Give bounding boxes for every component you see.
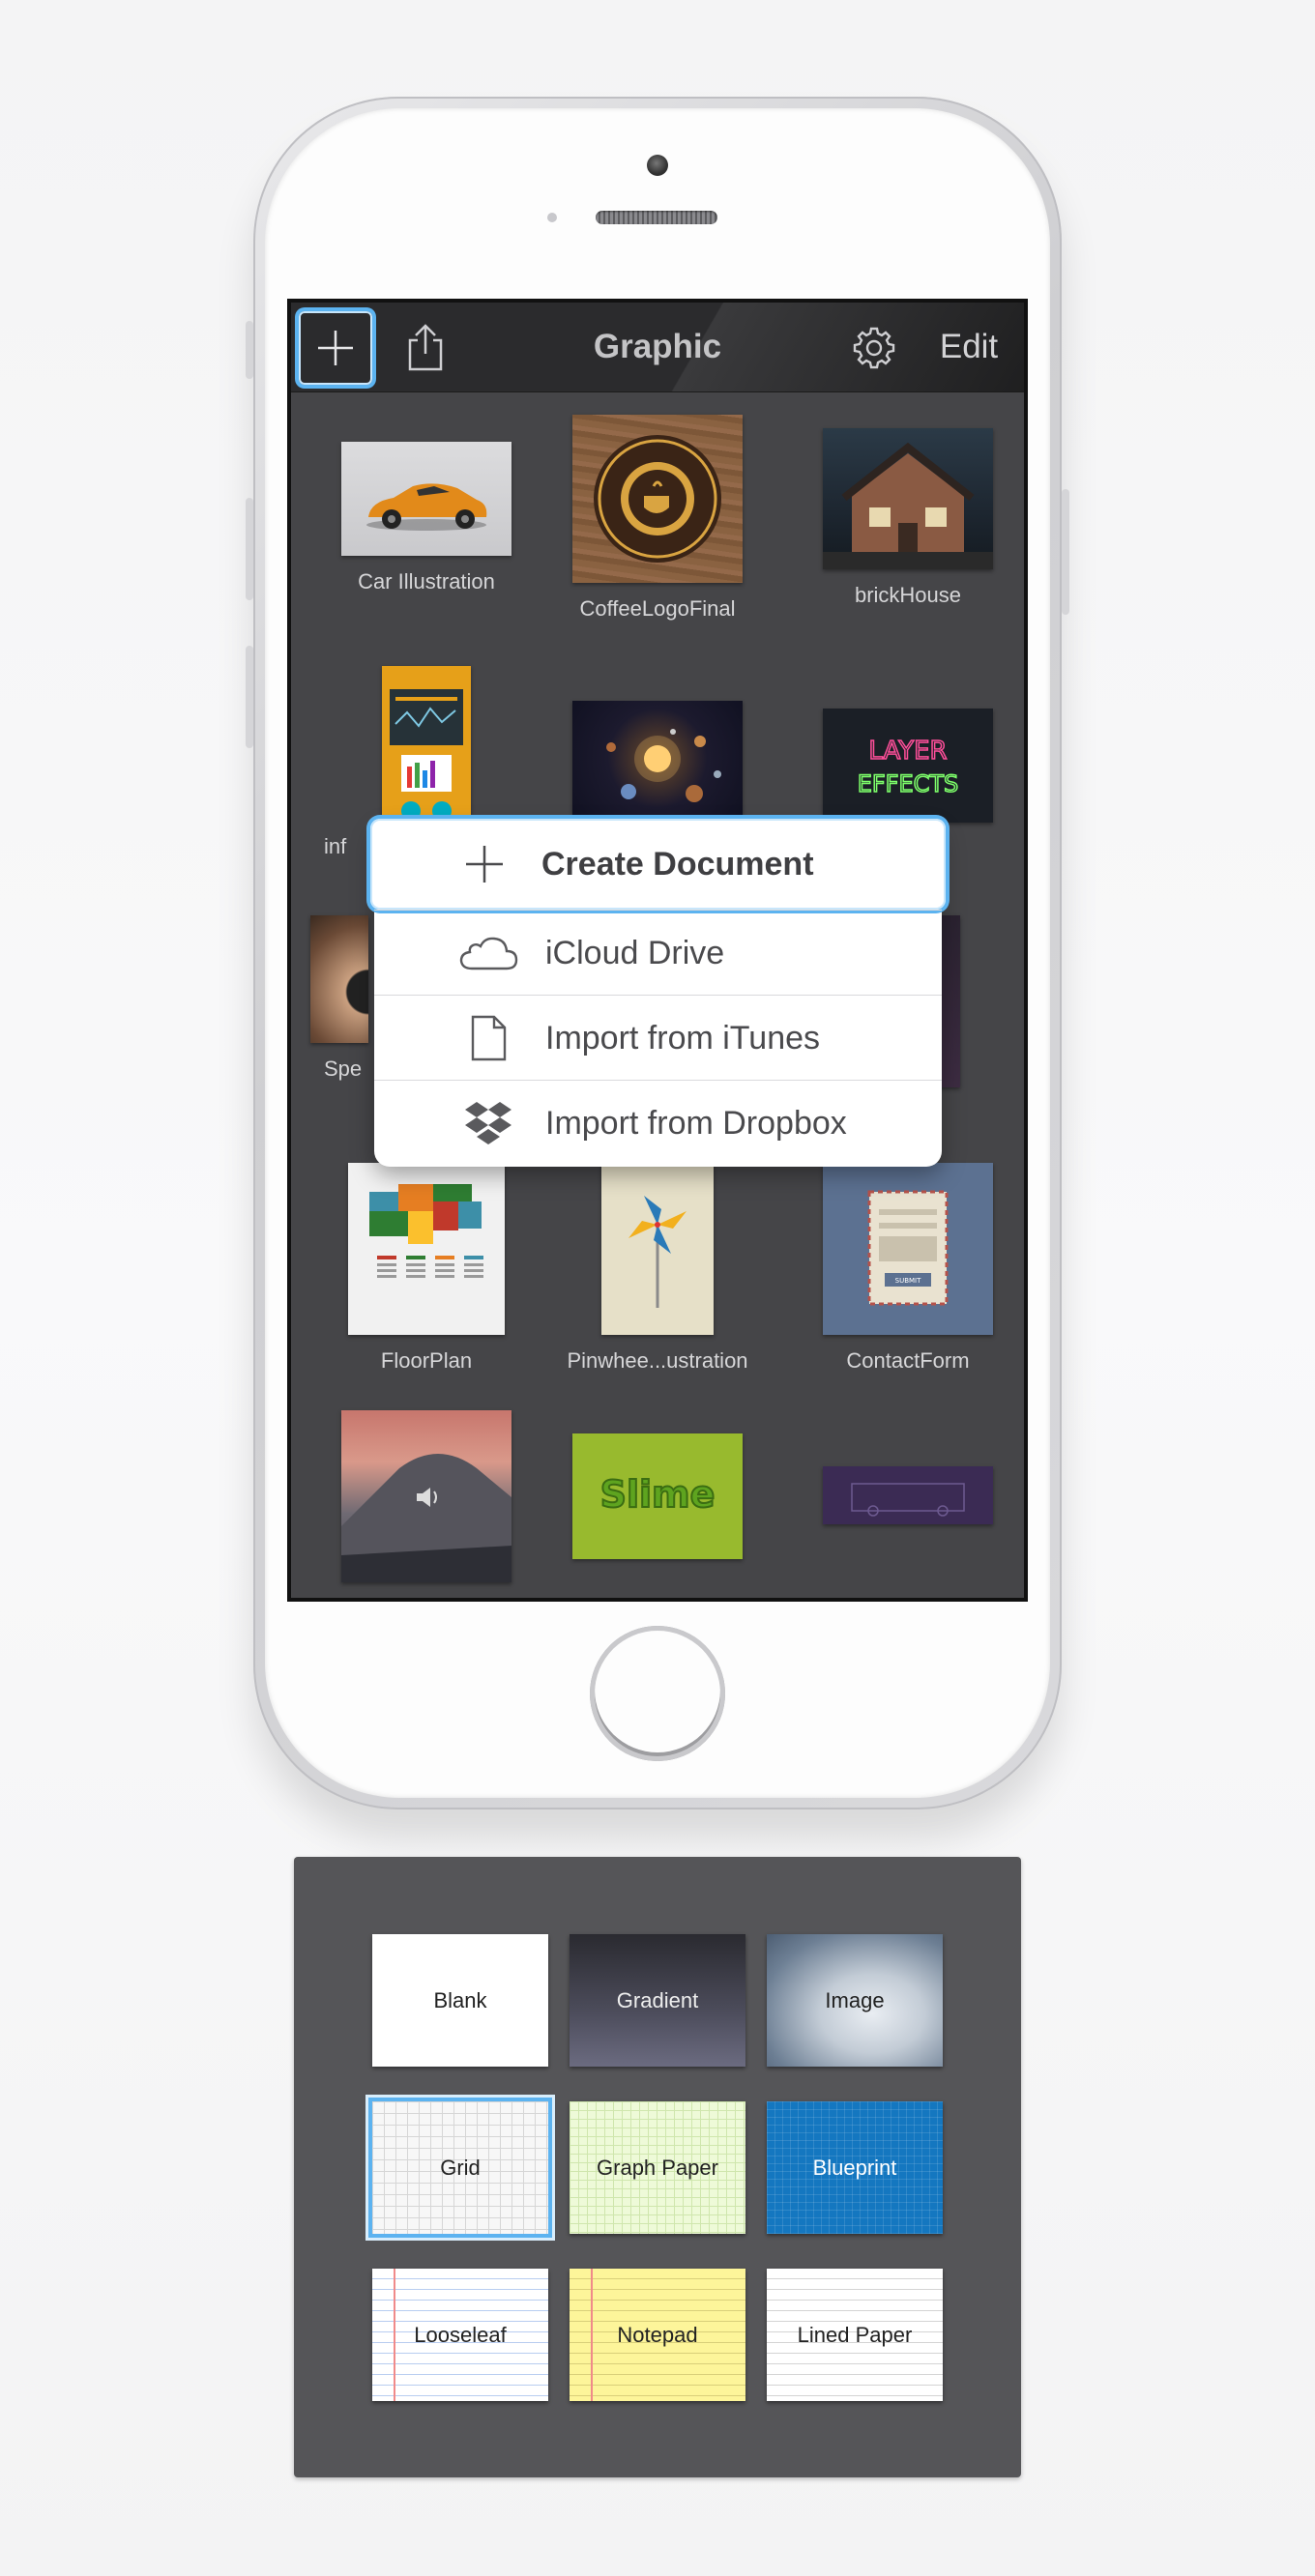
document-thumbnail-pinwheel bbox=[601, 1163, 714, 1335]
document-item[interactable]: SUBMIT ContactForm bbox=[792, 1163, 1024, 1374]
document-thumbnail-contact-form: SUBMIT bbox=[823, 1163, 993, 1335]
plus-icon bbox=[318, 331, 353, 365]
template-blank[interactable]: Blank bbox=[372, 1934, 548, 2067]
volume-down-button bbox=[246, 646, 253, 748]
menu-item-label: Import from Dropbox bbox=[545, 1104, 847, 1142]
art-text: Slime bbox=[600, 1473, 716, 1516]
document-thumbnail-solar-system bbox=[572, 701, 743, 828]
document-item[interactable] bbox=[541, 666, 774, 828]
template-label: Graph Paper bbox=[597, 2155, 718, 2180]
create-document-item[interactable]: Create Document bbox=[370, 819, 946, 910]
document-thumbnail-yosemite bbox=[341, 1410, 511, 1582]
document-item[interactable]: CoffeeLogoFinal bbox=[541, 407, 774, 622]
edit-button[interactable]: Edit bbox=[925, 303, 1012, 391]
art-text-line: EFFECTS bbox=[858, 770, 959, 797]
document-label: brickHouse bbox=[854, 583, 962, 607]
menu-item-label: iCloud Drive bbox=[545, 934, 725, 971]
template-label: Grid bbox=[440, 2155, 481, 2180]
add-document-button[interactable] bbox=[299, 311, 372, 385]
document-thumbnail-car bbox=[341, 442, 511, 556]
document-item[interactable]: Pinwhee...ustration bbox=[541, 1163, 774, 1374]
document-thumbnail-brick-house bbox=[823, 428, 993, 569]
plus-icon bbox=[466, 846, 503, 883]
document-thumbnail-coffee-logo bbox=[572, 415, 743, 583]
document-item[interactable] bbox=[310, 1410, 542, 1582]
template-label: Notepad bbox=[617, 2322, 698, 2347]
gear-icon bbox=[853, 327, 895, 369]
document-label: Car Illustration bbox=[358, 569, 495, 593]
document-label: CoffeeLogoFinal bbox=[579, 596, 736, 621]
document-item[interactable]: Car Illustration bbox=[310, 407, 542, 594]
volume-up-button bbox=[246, 498, 253, 600]
document-thumbnail-speaker bbox=[310, 915, 368, 1043]
template-label: Blueprint bbox=[812, 2155, 897, 2180]
document-item[interactable]: Slime bbox=[541, 1410, 774, 1559]
mute-switch bbox=[246, 321, 253, 379]
document-label: Spe bbox=[324, 1056, 363, 1081]
menu-item-label: Create Document bbox=[541, 845, 814, 883]
icloud-drive-item[interactable]: iCloud Drive bbox=[374, 910, 942, 996]
share-button[interactable] bbox=[397, 320, 453, 376]
proximity-sensor bbox=[547, 213, 557, 222]
template-grid[interactable]: Grid bbox=[372, 2101, 548, 2234]
template-blueprint[interactable]: Blueprint bbox=[767, 2101, 943, 2234]
template-looseleaf[interactable]: Looseleaf bbox=[372, 2269, 548, 2401]
art-text-line: LAYER bbox=[868, 737, 947, 766]
document-item[interactable] bbox=[792, 1410, 1024, 1524]
share-icon bbox=[408, 324, 443, 371]
cloud-icon bbox=[459, 937, 518, 970]
document-thumbnail-slime: Slime bbox=[572, 1433, 743, 1559]
document-thumbnail-layer-effects: LAYER EFFECTS bbox=[823, 709, 993, 823]
document-templates-panel: Blank Gradient Image Grid Graph Paper Bl… bbox=[294, 1857, 1021, 2477]
template-notepad[interactable]: Notepad bbox=[570, 2269, 745, 2401]
document-label: inf bbox=[324, 834, 347, 858]
template-gradient[interactable]: Gradient bbox=[570, 1934, 745, 2067]
settings-button[interactable] bbox=[846, 320, 902, 376]
page-title: Graphic bbox=[593, 328, 722, 365]
toolbar: Graphic Edit bbox=[291, 303, 1024, 392]
template-label: Looseleaf bbox=[414, 2322, 507, 2347]
template-label: Lined Paper bbox=[797, 2322, 913, 2347]
document-thumbnail-bus bbox=[823, 1466, 993, 1524]
document-icon bbox=[471, 1015, 507, 1061]
document-thumbnail-floor-plan bbox=[348, 1163, 505, 1335]
template-label: Gradient bbox=[616, 1987, 699, 2012]
dropbox-icon bbox=[465, 1102, 511, 1144]
power-button bbox=[1062, 489, 1069, 615]
document-label: ContactForm bbox=[846, 1348, 970, 1373]
document-item[interactable]: brickHouse bbox=[792, 407, 1024, 608]
import-dropbox-item[interactable]: Import from Dropbox bbox=[374, 1080, 942, 1166]
home-button[interactable] bbox=[590, 1626, 725, 1761]
template-label: Blank bbox=[433, 1987, 487, 2012]
document-label: Pinwhee...ustration bbox=[567, 1348, 748, 1373]
front-camera bbox=[647, 155, 668, 176]
import-itunes-item[interactable]: Import from iTunes bbox=[374, 995, 942, 1081]
menu-item-label: Import from iTunes bbox=[545, 1019, 821, 1056]
document-label: FloorPlan bbox=[380, 1348, 473, 1373]
template-graph-paper[interactable]: Graph Paper bbox=[570, 2101, 745, 2234]
add-document-popover: Create Document iCloud Drive Import from… bbox=[370, 819, 946, 1167]
template-lined-paper[interactable]: Lined Paper bbox=[767, 2269, 943, 2401]
template-image[interactable]: Image bbox=[767, 1934, 943, 2067]
submit-text: SUBMIT bbox=[895, 1277, 921, 1285]
earpiece-speaker bbox=[596, 211, 717, 224]
template-label: Image bbox=[825, 1987, 885, 2012]
document-item[interactable]: FloorPlan bbox=[310, 1163, 542, 1374]
document-item[interactable]: LAYER EFFECTS bbox=[792, 666, 1024, 823]
document-thumbnail-infographic bbox=[382, 666, 471, 821]
